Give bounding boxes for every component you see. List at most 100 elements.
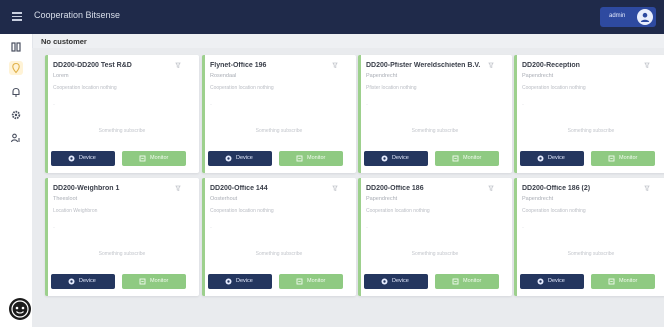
user-icon	[640, 12, 650, 22]
card-description: Pfister location nothing	[366, 85, 417, 91]
monitor-button-label: Monitor	[150, 278, 169, 284]
card-status: Something subscribe	[567, 128, 615, 134]
monitor-button-label: Monitor	[150, 155, 169, 161]
monitor-button-label: Monitor	[619, 278, 638, 284]
more-options-icon[interactable]	[331, 61, 339, 69]
card-title: DD200-Pfister Wereldschieten B.V.	[366, 62, 481, 69]
location-card[interactable]: DD200-Office 144 Oosterhout Cooperation lo…	[202, 178, 356, 296]
monitor-button[interactable]: Monitor	[435, 151, 499, 166]
device-icon	[537, 278, 544, 285]
monitor-icon	[452, 155, 459, 162]
location-icon[interactable]	[9, 61, 23, 75]
location-card[interactable]: Flynet-Office 196 Rosendaal Cooperation lo…	[202, 55, 356, 173]
more-options-icon[interactable]	[487, 184, 495, 192]
monitor-icon	[608, 155, 615, 162]
card-description: Cooperation location nothing	[210, 85, 274, 91]
card-title: DD200-DD200 Test R&D	[53, 62, 132, 69]
location-card[interactable]: DD200-Office 186 (2) Papendrecht Cooperati…	[514, 178, 664, 296]
more-options-icon[interactable]	[174, 184, 182, 192]
device-button[interactable]: Device	[364, 274, 428, 289]
device-button[interactable]: Device	[208, 151, 272, 166]
card-title: DD200-Reception	[522, 62, 580, 69]
card-bullet: ·	[366, 225, 368, 231]
monitor-button-label: Monitor	[463, 278, 482, 284]
avatar[interactable]	[637, 9, 653, 25]
card-status: Something subscribe	[255, 128, 303, 134]
user-menu-button[interactable]: admin	[600, 7, 656, 27]
gear-icon[interactable]	[9, 108, 23, 122]
grid-icon[interactable]	[9, 40, 23, 54]
monitor-icon	[296, 278, 303, 285]
location-card[interactable]: DD200-Office 186 Papendrecht Cooperation l…	[358, 178, 512, 296]
monitor-button[interactable]: Monitor	[435, 274, 499, 289]
device-button-label: Device	[392, 155, 409, 161]
more-options-icon[interactable]	[643, 61, 651, 69]
device-button-label: Device	[79, 155, 96, 161]
sidebar	[0, 34, 33, 327]
device-button[interactable]: Device	[520, 151, 584, 166]
monitor-icon	[608, 278, 615, 285]
card-status: Something subscribe	[255, 251, 303, 257]
monitor-button[interactable]: Monitor	[591, 274, 655, 289]
monitor-button-label: Monitor	[307, 155, 326, 161]
card-bullet: ·	[522, 102, 524, 108]
monitor-button[interactable]: Monitor	[279, 151, 343, 166]
device-icon	[68, 278, 75, 285]
card-bullet: ·	[53, 225, 55, 231]
location-card[interactable]: DD200-DD200 Test R&D Lorem Cooperation loc…	[45, 55, 199, 173]
menu-icon[interactable]	[12, 12, 22, 21]
users-icon[interactable]	[9, 131, 23, 145]
card-bullet: ·	[53, 102, 55, 108]
device-button[interactable]: Device	[364, 151, 428, 166]
bell-icon[interactable]	[9, 85, 23, 99]
brand-logo-icon	[9, 298, 31, 320]
device-icon	[381, 278, 388, 285]
device-button-label: Device	[392, 278, 409, 284]
card-description: Cooperation location nothing	[522, 85, 586, 91]
card-location: Papendrecht	[522, 73, 554, 79]
card-title: DD200-Office 144	[210, 185, 268, 192]
device-button[interactable]: Device	[51, 274, 115, 289]
monitor-icon	[296, 155, 303, 162]
device-icon	[68, 155, 75, 162]
monitor-button[interactable]: Monitor	[591, 151, 655, 166]
device-icon	[225, 278, 232, 285]
device-button[interactable]: Device	[208, 274, 272, 289]
device-button[interactable]: Device	[51, 151, 115, 166]
monitor-button-label: Monitor	[307, 278, 326, 284]
card-description: Cooperation location nothing	[53, 85, 117, 91]
monitor-button-label: Monitor	[463, 155, 482, 161]
card-location: Oosterhout	[210, 196, 238, 202]
monitor-button-label: Monitor	[619, 155, 638, 161]
monitor-icon	[139, 278, 146, 285]
location-card[interactable]: DD200-Weighbron 1 Theesloot Location Weigh…	[45, 178, 199, 296]
location-card[interactable]: DD200-Pfister Wereldschieten B.V. Papendr…	[358, 55, 512, 173]
card-location: Rosendaal	[210, 73, 237, 79]
card-description: Location Weighbron	[53, 208, 98, 214]
monitor-button[interactable]: Monitor	[122, 274, 186, 289]
card-bullet: ·	[522, 225, 524, 231]
card-location: Papendrecht	[366, 73, 398, 79]
monitor-button[interactable]: Monitor	[122, 151, 186, 166]
device-button-label: Device	[236, 278, 253, 284]
location-card[interactable]: DD200-Reception Papendrecht Cooperation lo…	[514, 55, 664, 173]
device-button-label: Device	[548, 155, 565, 161]
card-description: Cooperation location nothing	[366, 208, 430, 214]
device-icon	[537, 155, 544, 162]
more-options-icon[interactable]	[331, 184, 339, 192]
device-icon	[381, 155, 388, 162]
section-title: No customer	[41, 37, 87, 46]
more-options-icon[interactable]	[174, 61, 182, 69]
card-description: Cooperation location nothing	[522, 208, 586, 214]
monitor-icon	[139, 155, 146, 162]
card-location: Lorem	[53, 73, 69, 79]
app-title: Cooperation Bitsense	[34, 10, 121, 20]
device-button-label: Device	[79, 278, 96, 284]
user-name: admin	[609, 13, 626, 19]
more-options-icon[interactable]	[643, 184, 651, 192]
monitor-icon	[452, 278, 459, 285]
device-button[interactable]: Device	[520, 274, 584, 289]
more-options-icon[interactable]	[487, 61, 495, 69]
card-status: Something subscribe	[98, 251, 146, 257]
monitor-button[interactable]: Monitor	[279, 274, 343, 289]
